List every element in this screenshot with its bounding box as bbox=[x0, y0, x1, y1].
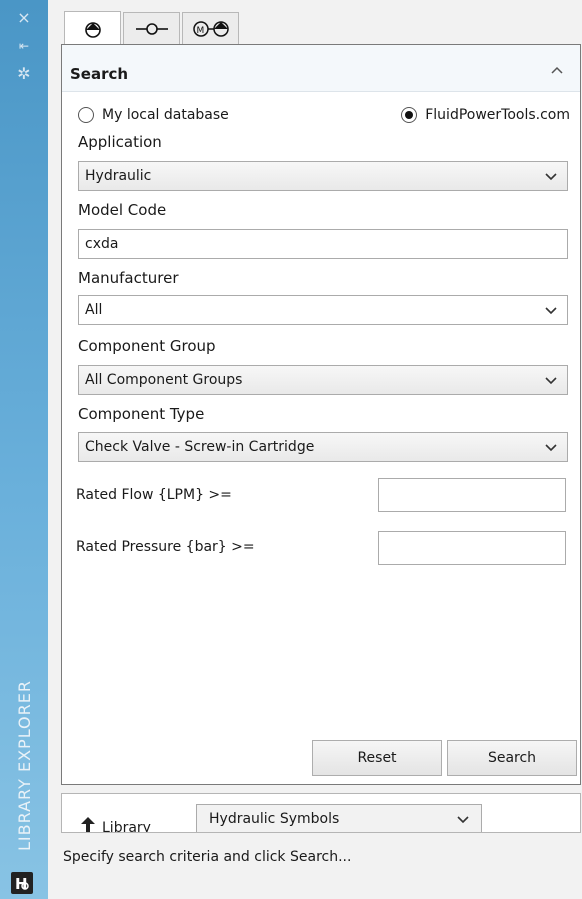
library-bar: Library Hydraulic Symbols bbox=[61, 793, 581, 833]
rated-pressure-label: Rated Pressure {bar} >= bbox=[76, 539, 255, 555]
search-section: Search My local database FluidPowerTools… bbox=[61, 44, 581, 785]
radio-local-label: My local database bbox=[102, 107, 229, 123]
palette-title-text: LIBRARY EXPLORER bbox=[14, 679, 34, 851]
library-value: Hydraulic Symbols bbox=[209, 811, 340, 827]
collapse-chevron-icon[interactable] bbox=[550, 63, 564, 77]
search-section-header[interactable]: Search bbox=[62, 45, 580, 92]
chevron-down-icon bbox=[545, 377, 557, 385]
library-select[interactable]: Hydraulic Symbols bbox=[196, 804, 482, 832]
radio-online-label: FluidPowerTools.com bbox=[425, 107, 570, 123]
palette-title: LIBRARY EXPLORER bbox=[6, 650, 42, 880]
model-code-label: Model Code bbox=[78, 201, 167, 219]
application-label: Application bbox=[78, 133, 162, 151]
pin-icon[interactable]: ⇤ bbox=[14, 36, 34, 56]
tab-strip: M bbox=[64, 11, 241, 46]
manufacturer-select[interactable]: All bbox=[78, 295, 568, 325]
motor-pump-symbol-icon: M bbox=[192, 21, 229, 37]
source-radio-group: My local database FluidPowerTools.com bbox=[78, 107, 570, 129]
search-tab[interactable] bbox=[64, 11, 121, 46]
chevron-down-icon bbox=[545, 173, 557, 181]
motor-pump-tab[interactable]: M bbox=[182, 12, 239, 45]
svg-text:H: H bbox=[15, 875, 28, 893]
model-code-input[interactable]: cxda bbox=[78, 229, 568, 259]
connector-tab[interactable] bbox=[123, 12, 180, 45]
close-icon[interactable]: × bbox=[14, 8, 34, 28]
radio-local-indicator[interactable] bbox=[78, 107, 94, 123]
svg-text:M: M bbox=[196, 26, 204, 36]
manufacturer-value: All bbox=[85, 302, 103, 318]
component-type-value: Check Valve - Screw-in Cartridge bbox=[85, 439, 315, 455]
arrow-up-icon[interactable] bbox=[80, 816, 96, 832]
section-title: Search bbox=[70, 65, 129, 83]
app-logo-icon: H bbox=[11, 872, 33, 894]
rated-flow-label: Rated Flow {LPM} >= bbox=[76, 487, 232, 503]
palette-side-strip: × ⇤ ✲ LIBRARY EXPLORER H bbox=[0, 0, 48, 899]
status-text: Specify search criteria and click Search… bbox=[63, 849, 352, 865]
rated-pressure-input[interactable] bbox=[378, 531, 566, 565]
rated-flow-input[interactable] bbox=[378, 478, 566, 512]
radio-local-database[interactable]: My local database bbox=[78, 107, 229, 123]
library-label: Library bbox=[102, 820, 151, 833]
chevron-down-icon bbox=[457, 816, 469, 824]
radio-fluidpowertools[interactable]: FluidPowerTools.com bbox=[401, 107, 570, 123]
chevron-down-icon bbox=[545, 307, 557, 315]
model-code-value: cxda bbox=[85, 236, 119, 252]
component-group-label: Component Group bbox=[78, 337, 216, 355]
library-explorer-panel: M Search My local database FluidPowerToo… bbox=[48, 0, 582, 899]
component-group-select[interactable]: All Component Groups bbox=[78, 365, 568, 395]
settings-icon[interactable]: ✲ bbox=[14, 64, 34, 84]
chevron-down-icon bbox=[545, 444, 557, 452]
radio-online-indicator[interactable] bbox=[401, 107, 418, 123]
connector-symbol-icon bbox=[135, 23, 168, 35]
search-symbol-icon bbox=[84, 22, 101, 38]
application-select[interactable]: Hydraulic bbox=[78, 161, 568, 191]
component-group-value: All Component Groups bbox=[85, 372, 243, 388]
component-type-select[interactable]: Check Valve - Screw-in Cartridge bbox=[78, 432, 568, 462]
manufacturer-label: Manufacturer bbox=[78, 269, 179, 287]
search-button[interactable]: Search bbox=[447, 740, 577, 776]
component-type-label: Component Type bbox=[78, 405, 205, 423]
reset-button[interactable]: Reset bbox=[312, 740, 442, 776]
application-value: Hydraulic bbox=[85, 168, 152, 184]
